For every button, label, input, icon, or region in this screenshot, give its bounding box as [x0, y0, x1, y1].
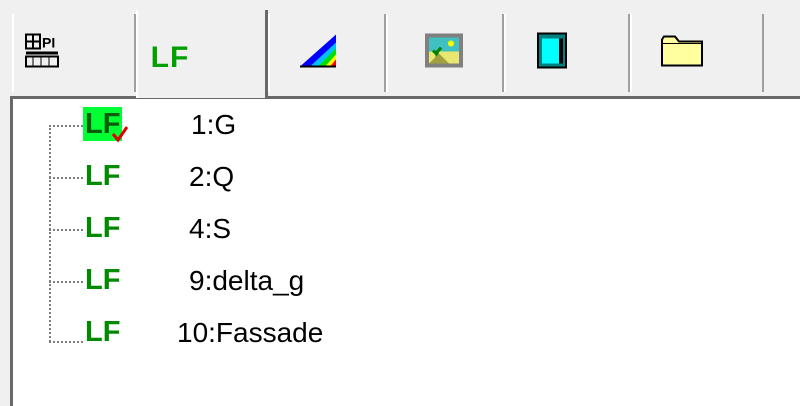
tab-strip: PI LF [0, 0, 800, 98]
tab-folder[interactable] [630, 14, 764, 92]
tree-item-9-delta-g[interactable]: LF 9:delta_g [13, 263, 413, 303]
tree-item-1-g[interactable]: LF 1:G [13, 107, 413, 147]
folder-icon [661, 35, 703, 72]
tree-branch [49, 177, 83, 179]
tree-branch [49, 281, 83, 283]
lf-icon: LF [85, 160, 121, 192]
tab-pi[interactable]: PI [12, 14, 136, 92]
tab-strip-spacer [764, 14, 800, 92]
tree-item-label: 2:Q [189, 161, 235, 192]
tab-color-triangle[interactable] [268, 14, 386, 92]
color-triangle-icon [298, 33, 338, 74]
window-panel-icon [537, 32, 567, 74]
tree-item-label: 4:S [189, 213, 232, 244]
tree-branch [49, 229, 83, 231]
tab-landscape[interactable] [386, 14, 504, 92]
tree-branch [49, 341, 83, 343]
svg-text:PI: PI [42, 35, 55, 51]
tree-panel: LF 1:G LF 2:Q LF 4:S LF 9:delta_g LF 10:… [10, 96, 800, 406]
lf-icon: LF [85, 212, 121, 244]
pi-grid-icon: PI [25, 33, 59, 73]
tree-item-2-q[interactable]: LF 2:Q [13, 159, 413, 199]
lf-icon: LF [85, 316, 121, 348]
tab-lf[interactable]: LF [136, 10, 268, 98]
lf-icon: LF [150, 41, 190, 74]
landscape-picture-icon [424, 33, 464, 74]
tree-item-4-s[interactable]: LF 4:S [13, 211, 413, 251]
tree-item-label: 9:delta_g [189, 265, 305, 296]
tree-item-label: 1:G [191, 109, 237, 140]
tree-item-label: 10:Fassade [177, 317, 324, 348]
tab-window[interactable] [504, 14, 630, 92]
tree-branch [49, 125, 83, 127]
lf-icon: LF [85, 264, 121, 296]
tree-item-10-fassade[interactable]: LF 10:Fassade [13, 315, 413, 355]
checkmark-icon [111, 125, 129, 148]
